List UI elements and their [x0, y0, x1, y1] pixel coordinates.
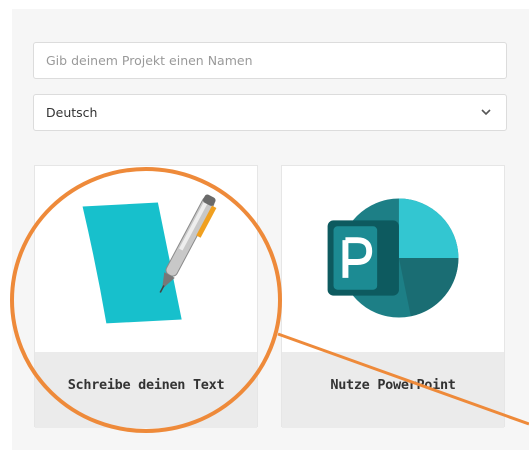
project-name-field[interactable] [33, 42, 507, 79]
powerpoint-icon [327, 198, 459, 318]
powerpoint-label: Nutze PowerPoint [282, 352, 504, 428]
language-select-value: Deutsch [46, 105, 98, 120]
project-name-input[interactable] [34, 43, 506, 78]
language-select[interactable]: Deutsch [33, 94, 507, 131]
powerpoint-card[interactable]: Nutze PowerPoint [281, 165, 505, 428]
write-text-card[interactable]: Schreibe deinen Text [34, 165, 258, 428]
chevron-down-icon [481, 109, 491, 116]
write-text-label: Schreibe deinen Text [35, 352, 257, 428]
write-text-icon [82, 194, 217, 324]
